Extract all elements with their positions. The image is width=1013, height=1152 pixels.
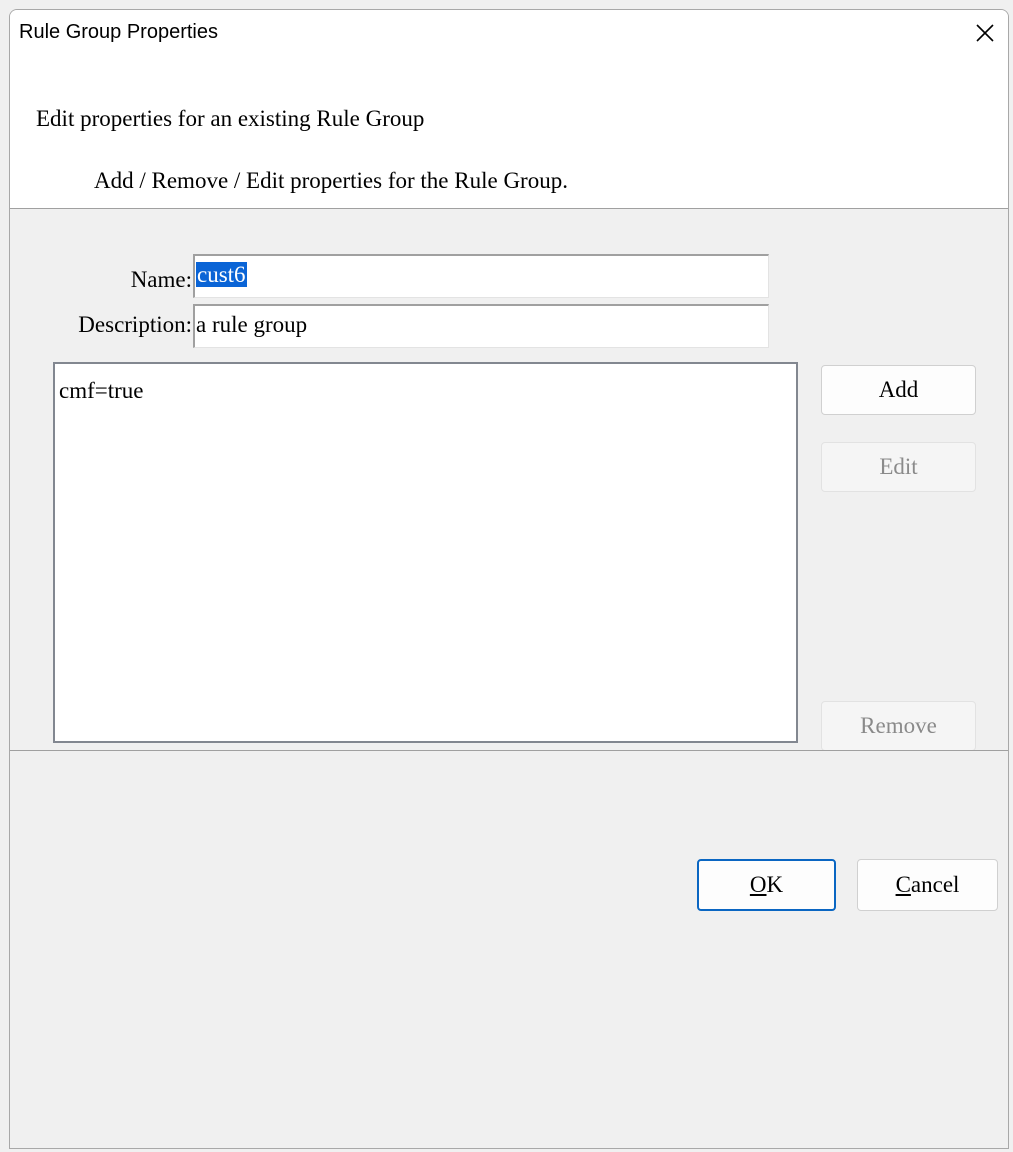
dialog-header: Edit properties for an existing Rule Gro…	[10, 56, 1008, 209]
footer-divider	[10, 750, 1008, 751]
name-field-value: cust6	[196, 262, 247, 287]
description-field-value: a rule group	[196, 312, 308, 337]
header-subtitle: Add / Remove / Edit properties for the R…	[94, 168, 568, 193]
cancel-mnemonic: C	[895, 872, 911, 897]
cancel-button[interactable]: Cancel	[857, 859, 998, 911]
properties-listbox[interactable]: cmf=true	[53, 362, 798, 743]
header-title: Edit properties for an existing Rule Gro…	[36, 106, 425, 131]
list-item[interactable]: cmf=true	[59, 378, 144, 404]
cancel-label-rest: ancel	[910, 872, 960, 897]
remove-button[interactable]: Remove	[821, 701, 976, 751]
name-field[interactable]: cust6	[193, 254, 769, 298]
name-label: Name:	[130, 267, 192, 292]
description-label: Description:	[78, 312, 192, 337]
window-title: Rule Group Properties	[19, 21, 218, 43]
ok-button[interactable]: OK	[697, 859, 836, 911]
rule-group-properties-dialog: Rule Group Properties Edit properties fo…	[9, 9, 1009, 1149]
add-button[interactable]: Add	[821, 365, 976, 415]
close-button[interactable]	[962, 10, 1008, 56]
description-field[interactable]: a rule group	[193, 304, 769, 348]
edit-button[interactable]: Edit	[821, 442, 976, 492]
title-bar: Rule Group Properties	[10, 10, 1008, 56]
close-icon	[976, 24, 994, 42]
ok-label-rest: K	[766, 872, 784, 897]
ok-mnemonic: O	[749, 872, 767, 897]
